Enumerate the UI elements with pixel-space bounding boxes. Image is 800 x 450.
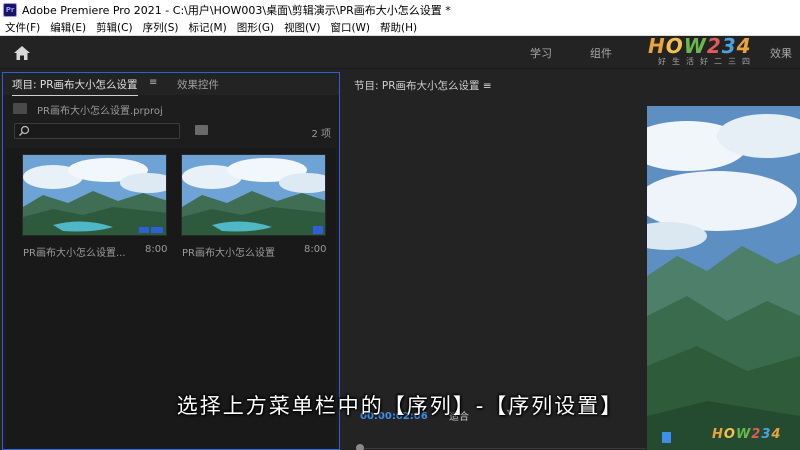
sequence-duration: 8:00: [304, 244, 327, 255]
menu-help[interactable]: 帮助(H): [375, 20, 422, 35]
watermark-char: W: [735, 427, 752, 442]
project-panel-tabs: 项目: PR画布大小怎么设置 ≡ 效果控件: [3, 73, 339, 96]
menu-view[interactable]: 视图(V): [279, 20, 325, 35]
premiere-app-icon: Pr: [3, 2, 17, 17]
project-file-name: PR画布大小怎么设置.prproj: [37, 106, 163, 117]
workspace-tab-assembly[interactable]: 组件: [590, 45, 612, 61]
menu-file[interactable]: 文件(F): [0, 20, 45, 35]
landscape-image: [182, 155, 325, 235]
tutorial-subtitle: 选择上方菜单栏中的【序列】-【序列设置】: [176, 394, 624, 418]
item-count: 2 项: [311, 129, 331, 140]
clip-duration: 8:00: [145, 244, 168, 255]
landscape-image: [23, 155, 166, 235]
watermark-char: O: [665, 34, 684, 58]
folder-icon: [13, 103, 27, 114]
window-title: Adobe Premiere Pro 2021 - C:\用户\HOW003\桌…: [22, 3, 451, 17]
home-icon[interactable]: [12, 44, 32, 62]
tab-effect-controls[interactable]: 效果控件: [177, 77, 219, 92]
workspace-tab-learn[interactable]: 学习: [530, 45, 552, 61]
clip-thumbnail[interactable]: [22, 154, 167, 236]
watermark-char: H: [648, 34, 666, 58]
search-icon: [19, 125, 30, 136]
menu-graphics[interactable]: 图形(G): [232, 20, 279, 35]
watermark-char: 2: [751, 427, 762, 442]
playhead-marker-icon[interactable]: [662, 432, 671, 443]
watermark-char: H: [712, 427, 724, 442]
search-input[interactable]: [14, 123, 180, 139]
tab-project[interactable]: 项目: PR画布大小怎么设置: [12, 77, 138, 96]
menu-edit[interactable]: 编辑(E): [45, 20, 91, 35]
watermark-logo-bottom: HOW234: [712, 425, 781, 445]
menu-window[interactable]: 窗口(W): [325, 20, 375, 35]
watermark-char: 3: [721, 34, 737, 58]
title-bar: Pr Adobe Premiere Pro 2021 - C:\用户\HOW00…: [0, 0, 800, 19]
menu-clip[interactable]: 剪辑(C): [91, 20, 138, 35]
menu-markers[interactable]: 标记(M): [183, 20, 231, 35]
project-file-row: PR画布大小怎么设置.prproj: [3, 95, 339, 121]
program-monitor-title-text: 节目: PR画布大小怎么设置: [354, 80, 480, 92]
panel-menu-icon[interactable]: ≡: [149, 77, 157, 88]
sequence-name: PR画布大小怎么设置: [182, 248, 275, 259]
watermark-char: O: [723, 427, 736, 442]
clip-name: PR画布大小怎么设置...: [23, 248, 126, 259]
watermark-char: 4: [771, 427, 782, 442]
scrub-bar[interactable]: [356, 448, 646, 449]
menu-sequence[interactable]: 序列(S): [138, 20, 184, 35]
program-monitor-title[interactable]: 节目: PR画布大小怎么设置 ≡: [354, 78, 492, 93]
watermark-char: 2: [706, 34, 722, 58]
sequence-thumbnail[interactable]: [181, 154, 326, 236]
new-bin-icon[interactable]: [195, 125, 208, 135]
watermark-subtitle: 好生活好二三四: [658, 57, 756, 66]
watermark-logo: HOW234 好生活好二三四: [648, 36, 778, 70]
watermark-char: W: [683, 34, 707, 58]
panel-menu-icon[interactable]: ≡: [483, 80, 492, 92]
scrub-handle[interactable]: [356, 444, 364, 450]
watermark-char: 3: [761, 427, 772, 442]
watermark-char: 4: [736, 34, 752, 58]
